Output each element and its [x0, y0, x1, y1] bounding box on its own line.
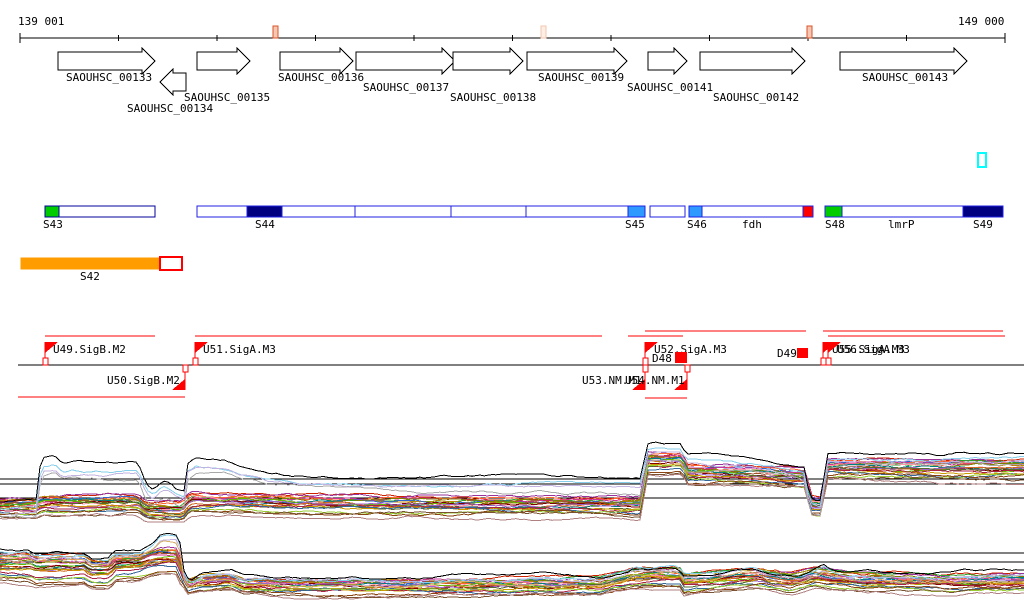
segment-bar[interactable]	[688, 205, 814, 218]
signal-base-box[interactable]	[182, 364, 189, 373]
signal-label: U54.NM.M1	[625, 374, 685, 387]
s42-label: S42	[80, 270, 100, 283]
terminator-label: D48	[652, 352, 672, 365]
gene-arrow[interactable]	[355, 46, 456, 76]
s42-track: S42	[20, 256, 183, 283]
segment-block[interactable]	[627, 205, 646, 218]
signal-base-box[interactable]	[820, 357, 827, 366]
signal-base-box[interactable]	[642, 357, 649, 366]
signal-base-box[interactable]	[684, 364, 691, 373]
gene-label: SAOUHSC_00142	[713, 91, 799, 104]
signal-label: U51.SigA.M3	[203, 343, 276, 356]
gene-label: SAOUHSC_00136	[278, 71, 364, 84]
gene-label: SAOUHSC_00141	[627, 81, 713, 94]
gene-label: SAOUHSC_00137	[363, 81, 449, 94]
segment-block[interactable]	[802, 205, 814, 218]
segment-block[interactable]	[44, 205, 60, 218]
signal-track: U49.SigB.M2 U51.SigA.M3 U52.SigA.M3 U55.Sig…	[18, 330, 1024, 399]
segment-label: S49	[973, 218, 993, 231]
gene-label: SAOUHSC_00138	[450, 91, 536, 104]
s42-extension[interactable]	[159, 256, 183, 271]
terminator-box[interactable]	[675, 352, 687, 363]
segment-label: S48	[825, 218, 845, 231]
terminator-box[interactable]	[797, 348, 808, 358]
gene-label: SAOUHSC_00133	[66, 71, 152, 84]
ruler-marker[interactable]	[806, 25, 813, 39]
signal-label: U50.SigB.M2	[107, 374, 180, 387]
signal-label: U56.SigA.M3	[837, 343, 910, 356]
ruler-track: 139 001 149 000	[18, 15, 1006, 43]
signal-label: U49.SigB.M2	[53, 343, 126, 356]
signal-base-box[interactable]	[192, 357, 199, 366]
s42-bar[interactable]	[20, 257, 161, 270]
segment-block[interactable]	[962, 205, 1004, 218]
gene-arrow[interactable]	[647, 46, 688, 76]
signal-base-box[interactable]	[642, 364, 649, 373]
gene-label: SAOUHSC_00143	[862, 71, 948, 84]
gene-label: SAOUHSC_00139	[538, 71, 624, 84]
segment-block[interactable]	[246, 205, 283, 218]
gene-arrow[interactable]	[159, 67, 187, 97]
ruler-marker[interactable]	[272, 25, 279, 39]
genome-scene: 139 001 149 000 SAOUHSC_00133SAOUHSC_00134…	[0, 15, 1024, 600]
segment-block[interactable]	[688, 205, 703, 218]
segment-bar[interactable]	[44, 205, 156, 218]
segment-label: S43	[43, 218, 63, 231]
gene-arrow[interactable]	[452, 46, 524, 76]
genome-browser-view: 139 001 149 000 SAOUHSC_00133 SAOUHSC_00134…	[0, 0, 1024, 611]
segment-bar[interactable]	[649, 205, 686, 218]
signal-base-box[interactable]	[825, 357, 832, 366]
gene-track: SAOUHSC_00133SAOUHSC_00134SAOUHSC_00135S…	[57, 46, 968, 115]
gene-label: SAOUHSC_00135	[184, 91, 270, 104]
expression-panel-lower	[0, 532, 1024, 600]
selection-box[interactable]	[977, 152, 987, 168]
segment-track: S43 S44 S45 S46 fdh S48 lmrP S49	[43, 205, 1004, 231]
segment-label: S44	[255, 218, 275, 231]
ruler-marker[interactable]	[540, 25, 547, 39]
segment-label: fdh	[742, 218, 762, 231]
segment-block[interactable]	[824, 205, 843, 218]
ruler-end-label: 149 000	[958, 15, 1004, 28]
gene-arrow[interactable]	[699, 46, 806, 76]
signal-base-box[interactable]	[42, 357, 49, 366]
segment-label: S45	[625, 218, 645, 231]
expression-panel-upper	[0, 441, 1024, 523]
gene-arrow[interactable]	[196, 46, 251, 76]
ruler-start-label: 139 001	[18, 15, 64, 28]
segment-label: lmrP	[888, 218, 915, 231]
terminator-label: D49	[777, 347, 797, 360]
segment-label: S46	[687, 218, 707, 231]
